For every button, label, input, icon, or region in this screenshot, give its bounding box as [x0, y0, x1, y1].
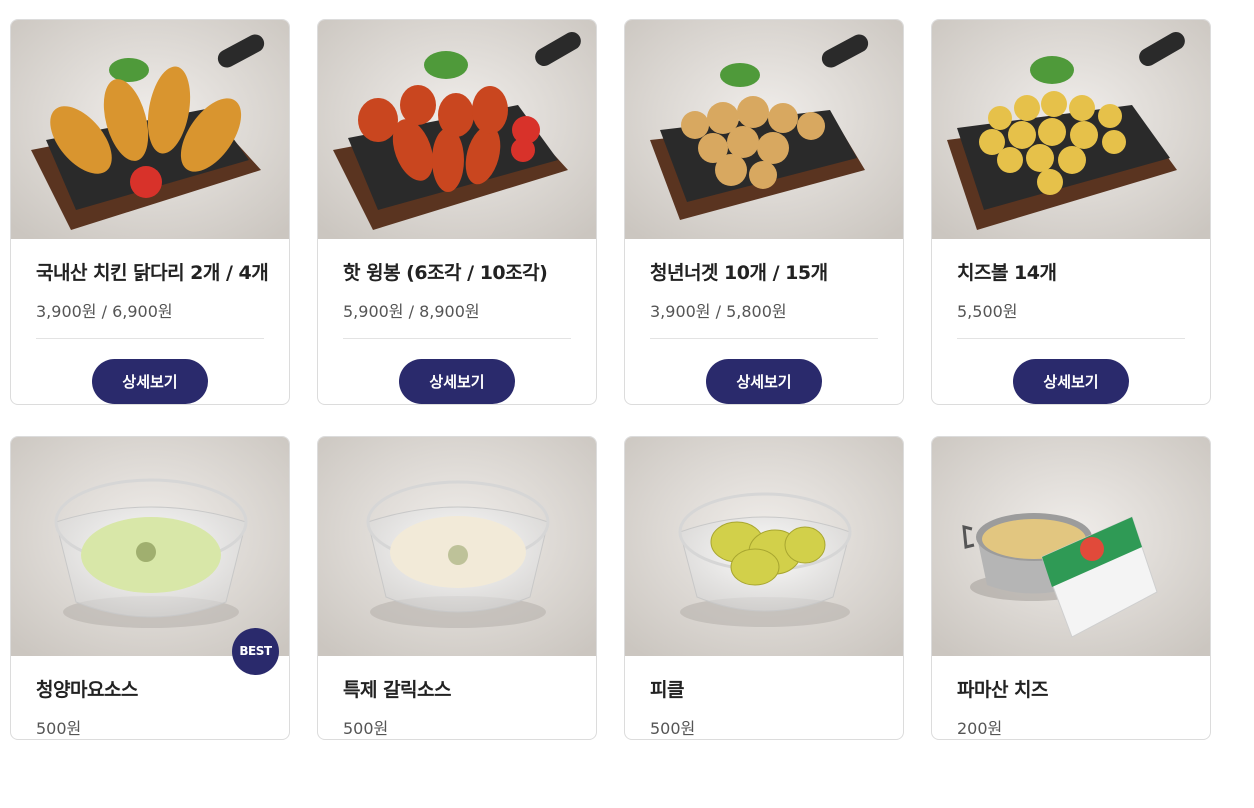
menu-card: BEST 청양마요소스 500원: [10, 436, 290, 740]
detail-button[interactable]: 상세보기: [1013, 359, 1129, 404]
menu-title: 파마산 치즈: [957, 679, 1049, 701]
detail-button[interactable]: 상세보기: [706, 359, 822, 404]
menu-card: 청년너겟 10개 / 15개 3,900원 / 5,800원 상세보기: [624, 19, 904, 405]
menu-card: 파마산 치즈 200원: [931, 436, 1211, 740]
detail-button[interactable]: 상세보기: [399, 359, 515, 404]
menu-image-nuggets: [625, 20, 903, 239]
divider: [650, 338, 878, 339]
menu-title: 피클: [650, 679, 684, 701]
menu-card: 국내산 치킨 닭다리 2개 / 4개 3,900원 / 6,900원 상세보기: [10, 19, 290, 405]
menu-price: 500원: [650, 719, 696, 738]
menu-price: 5,900원 / 8,900원: [343, 302, 480, 321]
menu-image-cheese-balls: [932, 20, 1210, 239]
menu-title: 청년너겟 10개 / 15개: [650, 262, 828, 284]
menu-title: 핫 윙봉 (6조각 / 10조각): [343, 262, 548, 284]
menu-title: 특제 갈릭소스: [343, 679, 452, 701]
menu-price: 3,900원 / 6,900원: [36, 302, 173, 321]
menu-price: 3,900원 / 5,800원: [650, 302, 787, 321]
detail-button[interactable]: 상세보기: [92, 359, 208, 404]
menu-image-fried-drumsticks: [11, 20, 289, 239]
menu-card: 치즈볼 14개 5,500원 상세보기: [931, 19, 1211, 405]
divider: [36, 338, 264, 339]
menu-image-parmesan-cheese: [932, 437, 1210, 656]
menu-title: 청양마요소스: [36, 679, 138, 701]
menu-price: 500원: [343, 719, 389, 738]
menu-card: 핫 윙봉 (6조각 / 10조각) 5,900원 / 8,900원 상세보기: [317, 19, 597, 405]
menu-card: 특제 갈릭소스 500원: [317, 436, 597, 740]
menu-image-garlic-sauce: [318, 437, 596, 656]
best-badge: BEST: [232, 628, 279, 675]
menu-price: 5,500원: [957, 302, 1018, 321]
divider: [957, 338, 1185, 339]
menu-card: 피클 500원: [624, 436, 904, 740]
divider: [343, 338, 571, 339]
menu-title: 국내산 치킨 닭다리 2개 / 4개: [36, 262, 269, 284]
menu-price: 200원: [957, 719, 1003, 738]
menu-title: 치즈볼 14개: [957, 262, 1057, 284]
menu-image-pickle: [625, 437, 903, 656]
menu-image-green-mayo-sauce: [11, 437, 289, 656]
menu-image-hot-wings: [318, 20, 596, 239]
menu-price: 500원: [36, 719, 82, 738]
